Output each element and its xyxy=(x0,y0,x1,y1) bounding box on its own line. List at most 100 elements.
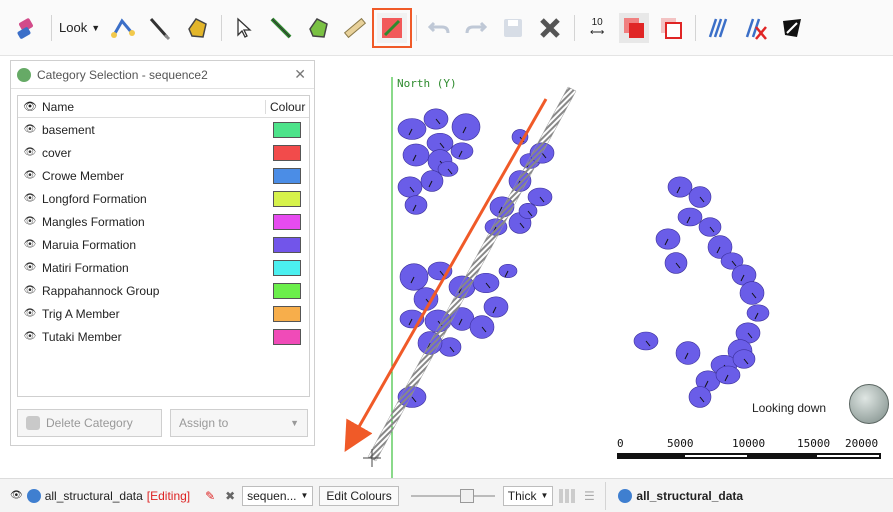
colour-swatch[interactable] xyxy=(273,328,301,345)
category-name: Mangles Formation xyxy=(42,214,145,229)
eye-icon[interactable]: 👁 xyxy=(18,147,42,158)
category-name: Tutaki Member xyxy=(42,329,122,344)
colour-swatch[interactable] xyxy=(273,236,301,253)
colour-swatch[interactable] xyxy=(273,190,301,207)
delete-icon xyxy=(26,416,40,430)
paint-outline-icon[interactable] xyxy=(656,13,686,43)
measure-arrow-icon: ⟷ xyxy=(589,26,605,38)
draw-polyline-icon[interactable] xyxy=(266,13,296,43)
eye-icon[interactable]: 👁 xyxy=(18,170,42,181)
polygon-icon[interactable] xyxy=(182,13,212,43)
scale-label: 15000 xyxy=(797,437,831,450)
slider-thumb[interactable] xyxy=(459,488,474,503)
statusbar-divider xyxy=(605,481,607,510)
opacity-slider[interactable] xyxy=(410,486,495,506)
scale-segment xyxy=(617,453,683,459)
edit-pencil-icon[interactable]: ✎ xyxy=(202,489,218,503)
eye-icon[interactable]: 👁 xyxy=(18,124,42,135)
colour-swatch[interactable] xyxy=(273,305,301,322)
panel-buttons: Delete Category Assign to ▼ xyxy=(17,409,310,437)
scale-segment xyxy=(749,453,815,459)
select-pointer-icon[interactable] xyxy=(229,13,259,43)
eye-icon[interactable]: 👁 xyxy=(18,239,42,250)
table-row[interactable]: 👁 cover xyxy=(18,141,309,164)
look-dropdown[interactable]: Look ▼ xyxy=(59,20,100,35)
eye-icon[interactable]: 👁 xyxy=(18,262,42,273)
undo-icon[interactable] xyxy=(424,13,454,43)
eraser-icon[interactable] xyxy=(12,13,42,43)
colour-column-header[interactable]: Colour xyxy=(265,99,309,114)
structural-data-icon xyxy=(26,488,41,503)
delete-category-button[interactable]: Delete Category xyxy=(17,409,162,437)
close-edit-icon[interactable]: ✖ xyxy=(222,489,238,503)
table-row[interactable]: 👁 Tutaki Member xyxy=(18,325,309,348)
table-row[interactable]: 👁 Crowe Member xyxy=(18,164,309,187)
drawn-selection-line xyxy=(367,86,577,462)
toolbar-separator xyxy=(695,14,697,41)
colour-swatch[interactable] xyxy=(273,144,301,161)
assign-to-label: Assign to xyxy=(179,416,229,430)
name-column-header[interactable]: Name xyxy=(42,100,265,114)
delete-category-label: Delete Category xyxy=(46,416,133,430)
line-thickness-dropdown[interactable]: Thick ▼ xyxy=(502,485,554,506)
category-selection-panel: Category Selection - sequence2 ✕ 👁 Name … xyxy=(10,60,315,446)
main-toolbar: Look ▼ 10 ⟷ xyxy=(0,0,893,56)
color-grid-icon[interactable] xyxy=(559,488,576,503)
assign-to-button[interactable]: Assign to ▼ xyxy=(170,409,308,437)
measure-icon[interactable]: 10 ⟷ xyxy=(582,13,612,43)
eye-icon[interactable]: 👁 xyxy=(18,216,42,227)
scale-segment xyxy=(683,453,749,459)
scale-label: 20000 xyxy=(845,437,879,450)
thickness-value: Thick xyxy=(507,488,537,503)
chevron-down-icon: ▼ xyxy=(540,491,549,500)
paint-filled-icon[interactable] xyxy=(619,12,650,43)
table-header: 👁 Name Colour xyxy=(18,96,309,118)
colour-swatch[interactable] xyxy=(273,167,301,184)
table-row[interactable]: 👁 Mangles Formation xyxy=(18,210,309,233)
cancel-icon[interactable] xyxy=(535,13,565,43)
colour-swatch[interactable] xyxy=(273,259,301,276)
look-label: Look xyxy=(59,20,88,35)
table-row[interactable]: 👁 basement xyxy=(18,118,309,141)
eye-icon[interactable]: 👁 xyxy=(18,331,42,342)
table-row[interactable]: 👁 Rappahannock Group xyxy=(18,279,309,302)
eye-icon[interactable]: 👁 xyxy=(18,100,42,113)
category-name: Trig A Member xyxy=(42,306,120,321)
table-row[interactable]: 👁 Trig A Member xyxy=(18,302,309,325)
lasso-icon[interactable] xyxy=(777,13,807,43)
ruler-icon[interactable] xyxy=(340,13,370,43)
connect-points-icon[interactable] xyxy=(108,13,138,43)
chevron-down-icon: ▼ xyxy=(91,22,101,33)
list-icon[interactable]: ☰ xyxy=(581,489,597,503)
scale-label: 10000 xyxy=(732,437,766,450)
save-icon[interactable] xyxy=(498,13,528,43)
chevron-down-icon: ▼ xyxy=(300,491,309,500)
draw-line-icon[interactable] xyxy=(145,13,175,43)
colour-swatch[interactable] xyxy=(273,213,301,230)
close-icon[interactable]: ✕ xyxy=(294,66,306,83)
panel-title: Category Selection - sequence2 xyxy=(37,67,208,82)
table-row[interactable]: 👁 Maruia Formation xyxy=(18,233,309,256)
view-compass-icon[interactable] xyxy=(849,384,889,424)
category-name: Rappahannock Group xyxy=(42,283,160,298)
eye-icon[interactable]: 👁 xyxy=(10,490,23,501)
colour-swatch[interactable] xyxy=(273,282,301,299)
draw-polygon-icon[interactable] xyxy=(303,13,333,43)
status-bar: 👁 all_structural_data [Editing] ✎ ✖ sequ… xyxy=(0,478,893,512)
stripe-hatch-icon[interactable] xyxy=(703,13,733,43)
category-name: cover xyxy=(42,145,72,160)
assign-category-icon[interactable] xyxy=(372,7,413,48)
edit-colours-button[interactable]: Edit Colours xyxy=(319,485,399,506)
eye-icon[interactable]: 👁 xyxy=(18,285,42,296)
app-window: Look ▼ 10 ⟷ North (Y) Looking down 0 500… xyxy=(0,0,893,512)
sequence-dropdown[interactable]: sequen... ▼ xyxy=(242,485,314,506)
toolbar-separator xyxy=(51,14,52,41)
table-row[interactable]: 👁 Longford Formation xyxy=(18,187,309,210)
remove-category-icon[interactable] xyxy=(740,13,770,43)
colour-swatch[interactable] xyxy=(273,121,301,138)
table-row[interactable]: 👁 Matiri Formation xyxy=(18,256,309,279)
category-name: basement xyxy=(42,122,95,137)
eye-icon[interactable]: 👁 xyxy=(18,193,42,204)
redo-icon[interactable] xyxy=(461,13,491,43)
eye-icon[interactable]: 👁 xyxy=(18,308,42,319)
